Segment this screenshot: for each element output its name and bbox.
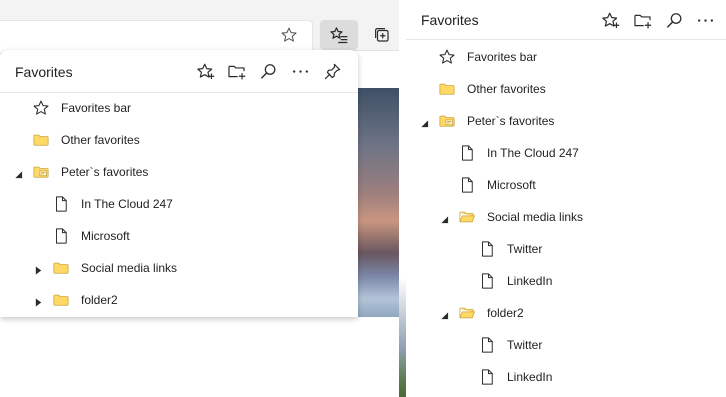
favorites-list-icon [330, 27, 348, 44]
favorites-pane: Favorites Favorites bar Other favorites Pe… [406, 0, 726, 397]
open-folder-icon [458, 304, 476, 322]
folder-icon [52, 291, 70, 309]
star-icon [438, 48, 456, 66]
tree-item-label: Peter`s favorites [61, 165, 149, 179]
page-icon [52, 195, 70, 213]
shared-folder-icon [32, 163, 50, 181]
tree-item-label: Social media links [487, 210, 584, 224]
flyout-divider [0, 92, 358, 93]
tree-item[interactable]: folder2 [0, 288, 260, 312]
tree-item[interactable]: In The Cloud 247 [406, 141, 666, 165]
tree-item[interactable]: Twitter [406, 237, 666, 261]
shared-folder-icon [438, 112, 456, 130]
tree-item[interactable]: Peter`s favorites [0, 160, 260, 184]
tree-item-label: Twitter [507, 242, 543, 256]
tree-item[interactable]: LinkedIn [406, 365, 666, 389]
tree-item[interactable]: Twitter [406, 333, 666, 357]
background-page-image [399, 0, 406, 397]
tree-item-label: LinkedIn [507, 370, 553, 384]
folder-icon [52, 259, 70, 277]
collections-icon[interactable] [373, 26, 393, 46]
page-icon [458, 144, 476, 162]
more-options-icon[interactable] [291, 62, 311, 82]
tree-item[interactable]: Social media links [406, 205, 666, 229]
tree-item-label: Peter`s favorites [467, 114, 555, 128]
search-icon[interactable] [259, 62, 279, 82]
tree-item[interactable]: Favorites bar [406, 45, 666, 69]
expanded-caret-icon[interactable] [14, 166, 24, 179]
page-icon [52, 227, 70, 245]
page-icon [458, 176, 476, 194]
tree-item-label: Favorites bar [61, 101, 132, 115]
add-favorite-icon[interactable] [196, 62, 216, 82]
tree-item[interactable]: Social media links [0, 256, 260, 280]
address-bar[interactable] [0, 20, 313, 54]
pane-title: Favorites [421, 12, 479, 28]
tree-item-label: In The Cloud 247 [81, 197, 173, 211]
tree-item[interactable]: Microsoft [406, 173, 666, 197]
add-folder-icon[interactable] [227, 62, 247, 82]
tree-item-label: Microsoft [487, 178, 536, 192]
star-icon [32, 99, 50, 117]
tree-item-label: Other favorites [61, 133, 140, 147]
background-page-image [358, 88, 400, 317]
tree-item-label: LinkedIn [507, 274, 553, 288]
favorites-flyout: Favorites Favorites bar Other favorites Pe… [0, 50, 358, 317]
tree-item[interactable]: Other favorites [406, 77, 666, 101]
page-icon [478, 240, 496, 258]
tree-item-label: Microsoft [81, 229, 130, 243]
pin-icon[interactable] [323, 62, 343, 82]
tree-item-label: folder2 [487, 306, 524, 320]
tree-item[interactable]: LinkedIn [406, 269, 666, 293]
add-favorite-icon[interactable] [601, 11, 621, 31]
add-to-favorites-star-icon[interactable] [280, 26, 300, 46]
add-folder-icon[interactable] [633, 11, 653, 31]
expanded-caret-icon[interactable] [440, 307, 450, 320]
expanded-caret-icon[interactable] [440, 211, 450, 224]
search-icon[interactable] [665, 11, 685, 31]
flyout-title: Favorites [15, 64, 73, 80]
folder-icon [32, 131, 50, 149]
page-icon [478, 336, 496, 354]
favorites-toolbar-button[interactable] [320, 20, 358, 50]
page-icon [478, 272, 496, 290]
tree-item-label: folder2 [81, 293, 118, 307]
collapsed-caret-icon[interactable] [34, 262, 44, 275]
tree-item[interactable]: Favorites bar [0, 96, 260, 120]
open-folder-icon [458, 208, 476, 226]
tree-item[interactable]: folder2 [406, 301, 666, 325]
tree-item[interactable]: Other favorites [0, 128, 260, 152]
expanded-caret-icon[interactable] [420, 115, 430, 128]
folder-icon [438, 80, 456, 98]
tree-item-label: In The Cloud 247 [487, 146, 579, 160]
more-options-icon[interactable] [696, 11, 716, 31]
tree-item-label: Social media links [81, 261, 178, 275]
tree-item-label: Other favorites [467, 82, 546, 96]
tree-item[interactable]: In The Cloud 247 [0, 192, 260, 216]
tree-item[interactable]: Microsoft [0, 224, 260, 248]
tree-item-label: Twitter [507, 338, 543, 352]
tree-item[interactable]: Peter`s favorites [406, 109, 666, 133]
pane-divider [406, 39, 726, 40]
tree-item-label: Favorites bar [467, 50, 538, 64]
collapsed-caret-icon[interactable] [34, 294, 44, 307]
page-icon [478, 368, 496, 386]
